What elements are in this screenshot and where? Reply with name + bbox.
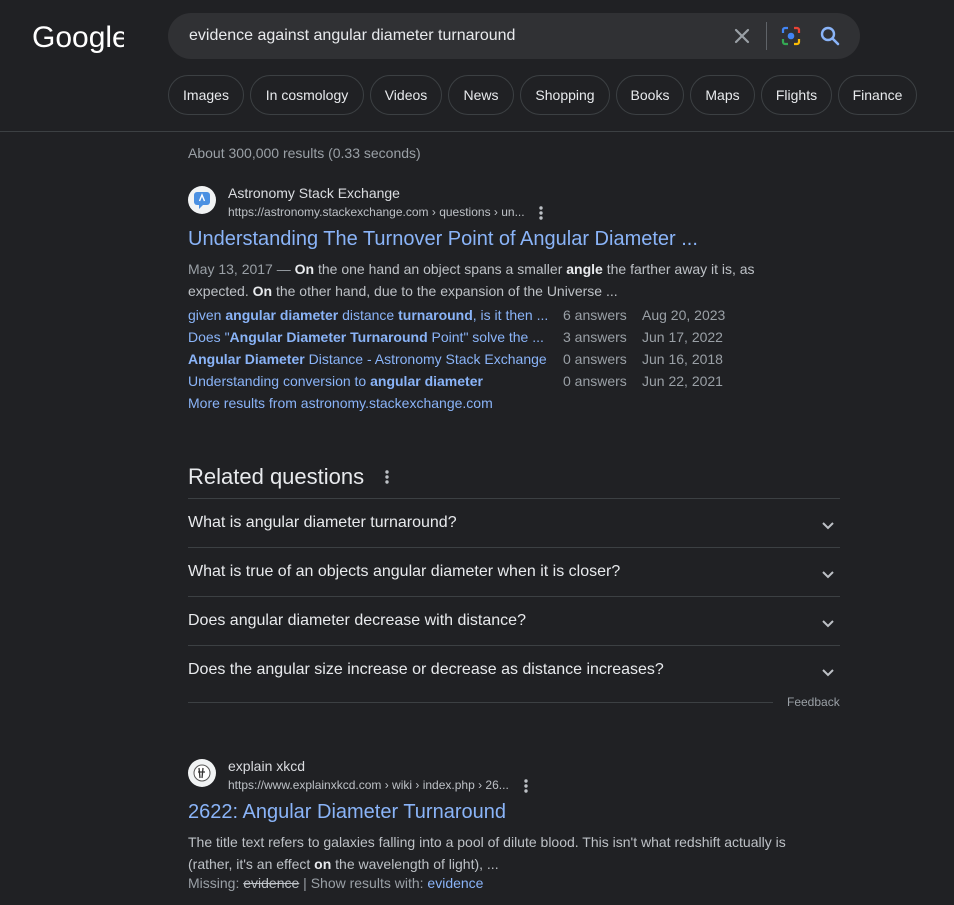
close-icon[interactable] — [730, 24, 754, 48]
chip-images[interactable]: Images — [168, 75, 244, 115]
more-options-icon[interactable] — [534, 204, 548, 222]
sitelink-row: Understanding conversion to angular diam… — [188, 373, 748, 395]
question-text: What is true of an objects angular diame… — [188, 563, 621, 580]
sitelink-date: Jun 16, 2018 — [642, 351, 723, 367]
search-box — [168, 13, 860, 59]
chip-finance[interactable]: Finance — [838, 75, 917, 115]
snippet-bold: on — [314, 856, 332, 872]
more-options-icon[interactable] — [380, 468, 394, 486]
site-url[interactable]: https://www.explainxkcd.com › wiki › ind… — [228, 778, 509, 792]
snippet-text: the one hand an object spans a smaller — [314, 261, 567, 277]
sitelink-date: Jun 17, 2022 — [642, 329, 723, 345]
chevron-down-icon — [818, 613, 838, 633]
related-question[interactable]: What is angular diameter turnaround? — [188, 498, 840, 547]
missing-term: evidence — [243, 875, 300, 891]
search-result: explain xkcd https://www.explainxkcd.com… — [188, 758, 828, 899]
sitelink-date: Jun 22, 2021 — [642, 373, 723, 389]
chip-flights[interactable]: Flights — [761, 75, 832, 115]
sitelink-row: given angular diameter distance turnarou… — [188, 307, 748, 329]
search-divider — [766, 22, 767, 50]
date-separator: — — [272, 261, 295, 277]
answer-count: 3 answers — [563, 329, 627, 345]
snippet-bold: On — [294, 261, 315, 277]
lens-icon[interactable] — [779, 24, 803, 48]
site-url[interactable]: https://astronomy.stackexchange.com › qu… — [228, 205, 525, 219]
related-question[interactable]: What is true of an objects angular diame… — [188, 547, 840, 596]
chevron-down-icon — [818, 515, 838, 535]
chip-shopping[interactable]: Shopping — [520, 75, 610, 115]
result-stats: About 300,000 results (0.33 seconds) — [188, 145, 421, 161]
result-snippet: The title text refers to galaxies fallin… — [188, 831, 788, 875]
search-result: Astronomy Stack Exchange https://astrono… — [188, 185, 828, 416]
chip-maps[interactable]: Maps — [690, 75, 755, 115]
site-name[interactable]: explain xkcd — [228, 758, 305, 774]
missing-terms: Missing: evidence | Show results with: e… — [188, 875, 483, 891]
svg-text:Google: Google — [32, 21, 124, 54]
related-questions-divider — [188, 702, 773, 703]
answer-count: 0 answers — [563, 373, 627, 389]
stackexchange-favicon-icon — [188, 186, 216, 214]
question-text: Does angular diameter decrease with dist… — [188, 612, 526, 629]
chevron-down-icon — [818, 564, 838, 584]
snippet-bold: On — [252, 283, 273, 299]
sitelink-row: Angular Diameter Distance - Astronomy St… — [188, 351, 748, 373]
more-results-link[interactable]: More results from astronomy.stackexchang… — [188, 395, 493, 411]
show-results-with-link[interactable]: evidence — [427, 875, 483, 891]
chip-videos[interactable]: Videos — [370, 75, 442, 115]
site-name[interactable]: Astronomy Stack Exchange — [228, 185, 400, 201]
sitelink[interactable]: Does "Angular Diameter Turnaround Point"… — [188, 329, 544, 345]
feedback-link[interactable]: Feedback — [787, 695, 840, 709]
sitelink-row: Does "Angular Diameter Turnaround Point"… — [188, 329, 748, 351]
result-title-link[interactable]: Understanding The Turnover Point of Angu… — [188, 228, 698, 251]
result-title-link[interactable]: 2622: Angular Diameter Turnaround — [188, 801, 506, 824]
snippet-text: the other hand, due to the expansion of … — [272, 283, 618, 299]
search-input[interactable] — [189, 13, 709, 59]
chip-in-cosmology[interactable]: In cosmology — [250, 75, 364, 115]
google-logo[interactable]: Google — [32, 20, 124, 54]
sitelink[interactable]: Understanding conversion to angular diam… — [188, 373, 483, 389]
related-questions-heading: Related questions — [188, 464, 365, 489]
xkcd-favicon-icon — [188, 759, 216, 787]
show-with-label: | Show results with: — [299, 875, 428, 891]
missing-label: Missing: — [188, 875, 244, 891]
search-icon[interactable] — [818, 24, 842, 48]
chip-books[interactable]: Books — [616, 75, 684, 115]
question-text: Does the angular size increase or decrea… — [188, 661, 664, 678]
snippet-bold: angle — [566, 261, 603, 277]
chip-news[interactable]: News — [448, 75, 514, 115]
sitelink-date: Aug 20, 2023 — [642, 307, 726, 323]
answer-count: 0 answers — [563, 351, 627, 367]
sitelink[interactable]: Angular Diameter Distance - Astronomy St… — [188, 351, 547, 367]
chevron-down-icon — [818, 662, 838, 682]
snippet-text: the wavelength of light), ... — [331, 856, 499, 872]
result-snippet: May 13, 2017 — On the one hand an object… — [188, 258, 788, 302]
question-text: What is angular diameter turnaround? — [188, 514, 457, 531]
more-options-icon[interactable] — [519, 777, 533, 795]
related-question[interactable]: Does angular diameter decrease with dist… — [188, 596, 840, 645]
sitelink[interactable]: given angular diameter distance turnarou… — [188, 307, 548, 323]
header-divider — [0, 131, 954, 132]
related-question[interactable]: Does the angular size increase or decrea… — [188, 645, 840, 694]
result-date: May 13, 2017 — [188, 261, 273, 277]
answer-count: 6 answers — [563, 307, 627, 323]
